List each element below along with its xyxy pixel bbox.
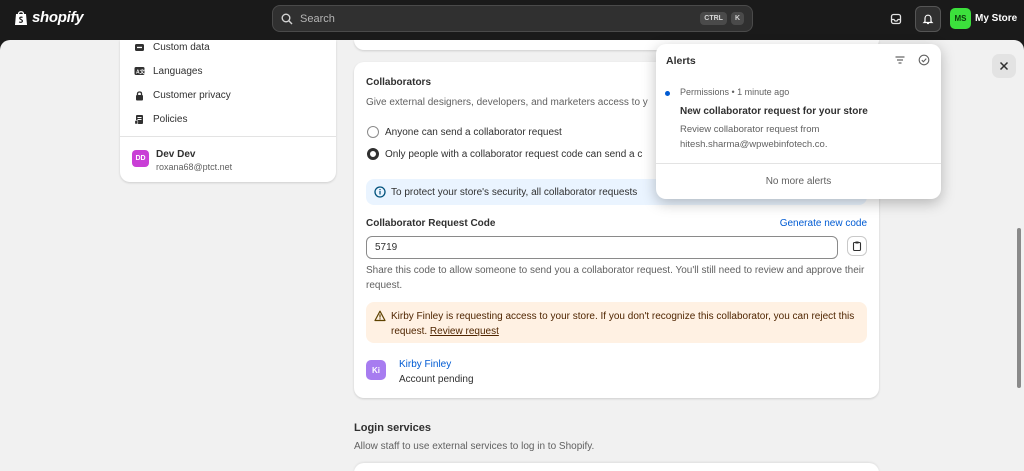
code-help-text: Share this code to allow someone to send… <box>366 265 865 291</box>
bell-icon <box>922 14 934 25</box>
store-avatar[interactable]: MS <box>950 8 971 29</box>
top-bar: shopify Search CTRL K MS My Store <box>0 0 1024 38</box>
close-button[interactable] <box>992 54 1016 78</box>
radio-code-only-label[interactable]: Only people with a collaborator request … <box>385 149 642 160</box>
inbox-button[interactable] <box>885 8 907 30</box>
copy-code-button[interactable] <box>847 236 867 256</box>
login-services-subtitle: Allow staff to use external services to … <box>354 441 595 452</box>
collaborators-title: Collaborators <box>366 77 432 88</box>
sidebar-item-label: Languages <box>153 66 203 77</box>
sidebar-item-label: Customer privacy <box>153 90 231 101</box>
radio-anyone-label[interactable]: Anyone can send a collaborator request <box>385 127 562 138</box>
sidebar-item-label: Policies <box>153 114 188 125</box>
sidebar-item-label: Custom data <box>153 42 210 53</box>
search-icon <box>281 13 293 24</box>
custom-data-icon <box>135 44 144 51</box>
avatar: DD <box>132 150 149 167</box>
info-banner-text: To protect your store's security, all co… <box>391 187 638 198</box>
sidebar-item-languages[interactable]: A文 Languages <box>134 66 203 77</box>
search-input[interactable]: Search <box>300 13 696 25</box>
sidebar-item-policies[interactable]: Policies <box>134 114 187 125</box>
review-request-link[interactable]: Review request <box>430 326 499 337</box>
alerts-divider <box>656 163 941 164</box>
shortcut-ctrl-key: CTRL <box>700 12 727 25</box>
requester-name-link[interactable]: Kirby Finley <box>399 359 451 370</box>
collaborators-subtitle: Give external designers, developers, and… <box>366 97 648 108</box>
login-services-card <box>354 463 879 471</box>
sidebar-item-customer-privacy[interactable]: Customer privacy <box>134 90 231 101</box>
generate-code-link[interactable]: Generate new code <box>780 218 867 229</box>
clipboard-icon <box>852 241 862 251</box>
languages-icon: A文 <box>134 67 145 75</box>
unread-dot <box>665 91 670 96</box>
notifications-button[interactable] <box>915 6 941 32</box>
user-email: roxana68@ptct.net <box>156 162 233 172</box>
filter-icon[interactable] <box>894 54 906 66</box>
no-more-alerts: No more alerts <box>765 176 832 187</box>
alert-meta: Permissions • 1 minute ago <box>680 87 790 97</box>
shopify-bag-icon <box>15 10 27 25</box>
radio-code-only[interactable] <box>367 148 379 160</box>
store-name[interactable]: My Store <box>975 13 1017 24</box>
alerts-title: Alerts <box>666 55 696 67</box>
info-icon <box>374 186 386 198</box>
alert-heading[interactable]: New collaborator request for your store <box>680 106 868 117</box>
search-bar[interactable]: Search CTRL K <box>272 5 753 32</box>
shopify-logo[interactable]: shopify <box>14 9 84 26</box>
avatar: Ki <box>366 360 386 380</box>
radio-anyone[interactable] <box>367 126 379 138</box>
sidebar-divider <box>120 136 336 137</box>
requester-status: Account pending <box>399 374 474 385</box>
shortcut-k-key: K <box>730 12 744 25</box>
policies-icon <box>134 115 143 125</box>
scrollbar[interactable] <box>1017 228 1021 388</box>
warning-text: Kirby Finley is requesting access to you… <box>391 310 861 339</box>
brand-name: shopify <box>32 9 84 26</box>
code-label: Collaborator Request Code <box>366 218 496 229</box>
sidebar-item-custom-data[interactable]: Custom data <box>134 42 210 53</box>
svg-text:A文: A文 <box>136 68 145 75</box>
request-code-field[interactable]: 5719 <box>366 236 838 259</box>
warning-banner: Kirby Finley is requesting access to you… <box>366 302 867 343</box>
lock-icon <box>136 91 143 101</box>
inbox-icon <box>890 13 902 25</box>
alert-body: Review collaborator request from hitesh.… <box>680 124 828 150</box>
settings-sidebar: Custom data A文 Languages Customer privac… <box>120 40 336 182</box>
login-services-title: Login services <box>354 422 432 434</box>
alerts-popover: Alerts Permissions • 1 minute ago New co… <box>656 44 941 199</box>
user-name[interactable]: Dev Dev <box>156 149 195 160</box>
mark-all-read-icon[interactable] <box>918 54 930 66</box>
warning-icon <box>374 310 386 322</box>
close-icon <box>999 61 1009 71</box>
